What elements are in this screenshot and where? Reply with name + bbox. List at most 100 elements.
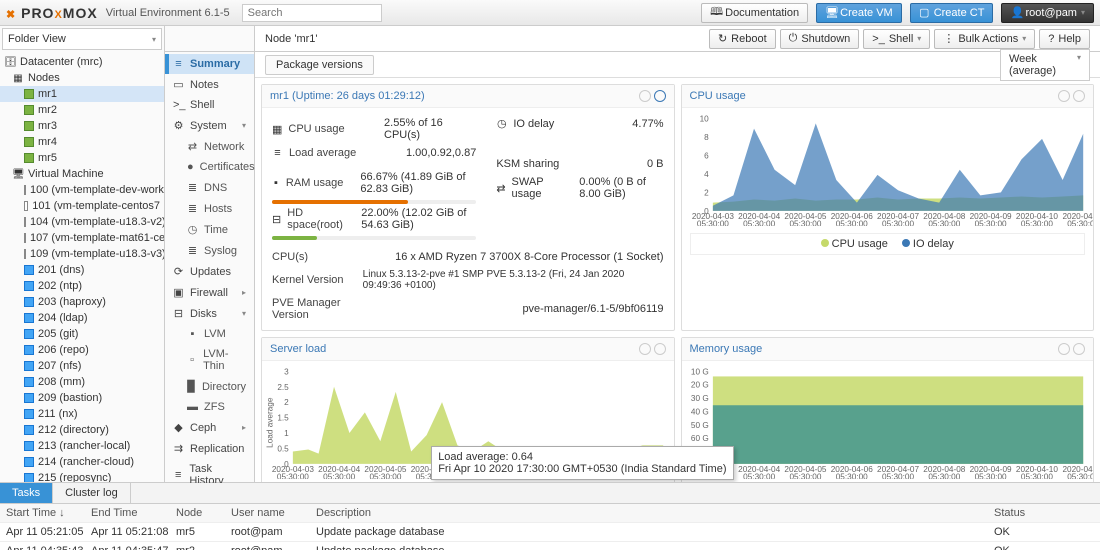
vm-item[interactable]: 205 (git): [0, 326, 164, 342]
svg-text:Load average: Load average: [265, 397, 274, 448]
node-item[interactable]: mr4: [0, 134, 164, 150]
menu-summary[interactable]: ≡Summary: [165, 54, 254, 74]
svg-text:05:30:00: 05:30:00: [835, 219, 867, 226]
col-user-name[interactable]: User name: [231, 507, 316, 519]
package-versions-button[interactable]: Package versions: [265, 55, 374, 75]
svg-text:05:30:00: 05:30:00: [928, 219, 960, 226]
svg-text:10: 10: [699, 114, 709, 123]
tab-tasks[interactable]: Tasks: [0, 483, 53, 503]
menu-updates[interactable]: ⟳Updates: [165, 261, 254, 282]
menu-ceph[interactable]: ◆Ceph▸: [165, 417, 254, 438]
menu-hosts[interactable]: ≣Hosts: [165, 198, 254, 219]
version-label: Virtual Environment 6.1-5: [106, 7, 230, 19]
menu-dns[interactable]: ≣DNS: [165, 177, 254, 198]
vm-item[interactable]: 214 (rancher-cloud): [0, 454, 164, 470]
time-range-select[interactable]: Week (average)▾: [1000, 49, 1090, 81]
vm-item[interactable]: 206 (repo): [0, 342, 164, 358]
node-item[interactable]: mr3: [0, 118, 164, 134]
help-button[interactable]: ? Help: [1039, 29, 1090, 49]
expand-icon[interactable]: [654, 90, 666, 102]
vm-item[interactable]: 104 (vm-template-u18.3-v2): [0, 214, 164, 230]
vm-item[interactable]: 204 (ldap): [0, 310, 164, 326]
datacenter-item[interactable]: 🗄Datacenter (mrc): [0, 54, 164, 70]
vm-item[interactable]: 107 (vm-template-mat61-ceph): [0, 230, 164, 246]
node-item[interactable]: mr5: [0, 150, 164, 166]
svg-text:05:30:00: 05:30:00: [835, 472, 867, 479]
svg-text:2: 2: [704, 188, 709, 197]
vm-item[interactable]: 203 (haproxy): [0, 294, 164, 310]
svg-text:3: 3: [284, 367, 289, 376]
svg-text:05:30:00: 05:30:00: [696, 219, 728, 226]
svg-text:05:30:00: 05:30:00: [1020, 472, 1052, 479]
menu-time[interactable]: ◷Time: [165, 219, 254, 240]
task-row[interactable]: Apr 11 05:21:05Apr 11 05:21:08mr5root@pa…: [0, 523, 1100, 542]
vm-group[interactable]: 🖥Virtual Machine: [0, 166, 164, 182]
menu-lvm-thin[interactable]: ▫LVM-Thin: [165, 344, 254, 376]
user-menu[interactable]: 👤root@pam ▾: [1001, 3, 1094, 23]
col-description[interactable]: Description: [316, 507, 994, 519]
col-end-time[interactable]: End Time: [91, 507, 176, 519]
menu-firewall[interactable]: ▣Firewall▸: [165, 282, 254, 303]
vm-item[interactable]: 207 (nfs): [0, 358, 164, 374]
menu-system[interactable]: ⚙System▾: [165, 115, 254, 136]
shell-button[interactable]: >_ Shell ▾: [863, 29, 930, 49]
documentation-button[interactable]: 🕮Documentation: [701, 3, 808, 23]
node-item[interactable]: mr1: [0, 86, 164, 102]
menu-disks[interactable]: ⊟Disks▾: [165, 303, 254, 324]
bulk-actions-button[interactable]: ⋮ Bulk Actions ▾: [934, 29, 1035, 49]
top-bar: ✖ PROXMOX Virtual Environment 6.1-5 🕮Doc…: [0, 0, 1100, 26]
svg-text:30 G: 30 G: [690, 394, 708, 403]
vm-item[interactable]: 209 (bastion): [0, 390, 164, 406]
svg-text:2.5: 2.5: [277, 383, 289, 392]
svg-text:05:30:00: 05:30:00: [928, 472, 960, 479]
vm-item[interactable]: 109 (vm-template-u18.3-v3): [0, 246, 164, 262]
vm-item[interactable]: 215 (reposync): [0, 470, 164, 482]
menu-zfs[interactable]: ▬ZFS: [165, 397, 254, 417]
menu-directory[interactable]: ▉Directory: [165, 376, 254, 397]
cpu-usage-panel: CPU usage 0246810 2020-04-0305:30:002020…: [681, 84, 1095, 331]
reboot-button[interactable]: ↻ Reboot: [709, 29, 776, 49]
menu-network[interactable]: ⇄Network: [165, 136, 254, 157]
svg-text:0.5: 0.5: [277, 445, 289, 454]
svg-text:05:30:00: 05:30:00: [1020, 219, 1052, 226]
vm-item[interactable]: 101 (vm-template-centos7: [0, 198, 164, 214]
vm-item[interactable]: 208 (mm): [0, 374, 164, 390]
create-vm-button[interactable]: 🖥Create VM: [816, 3, 902, 23]
menu-syslog[interactable]: ≣Syslog: [165, 240, 254, 261]
search-input[interactable]: [242, 4, 382, 22]
menu-replication[interactable]: ⇉Replication: [165, 438, 254, 459]
svg-text:05:30:00: 05:30:00: [323, 472, 355, 479]
vm-item[interactable]: 212 (directory): [0, 422, 164, 438]
vm-item[interactable]: 201 (dns): [0, 262, 164, 278]
vm-item[interactable]: 213 (rancher-local): [0, 438, 164, 454]
nodes-group[interactable]: ▦Nodes: [0, 70, 164, 86]
svg-text:1.5: 1.5: [277, 414, 289, 423]
vm-item[interactable]: 211 (nx): [0, 406, 164, 422]
svg-text:05:30:00: 05:30:00: [789, 219, 821, 226]
node-title: Node 'mr1': [265, 33, 318, 45]
collapse-icon[interactable]: [639, 90, 651, 102]
shutdown-button[interactable]: ⏻ Shutdown: [780, 29, 860, 49]
svg-text:6: 6: [704, 151, 709, 160]
svg-text:05:30:00: 05:30:00: [743, 472, 775, 479]
vm-item[interactable]: 202 (ntp): [0, 278, 164, 294]
tab-cluster-log[interactable]: Cluster log: [53, 483, 131, 503]
menu-shell[interactable]: >_Shell: [165, 95, 254, 115]
menu-lvm[interactable]: ▪LVM: [165, 324, 254, 344]
svg-text:40 G: 40 G: [690, 407, 708, 416]
col-node[interactable]: Node: [176, 507, 231, 519]
node-item[interactable]: mr2: [0, 102, 164, 118]
vm-item[interactable]: 100 (vm-template-dev-workstation: [0, 182, 164, 198]
col-status[interactable]: Status: [994, 507, 1094, 519]
menu-notes[interactable]: ▭Notes: [165, 74, 254, 95]
menu-certificates[interactable]: ●Certificates: [165, 157, 254, 177]
resource-tree: 🗄Datacenter (mrc)▦Nodesmr1mr2mr3mr4mr5🖥V…: [0, 52, 164, 482]
svg-text:05:30:00: 05:30:00: [882, 472, 914, 479]
col-start-time[interactable]: Start Time ↓: [6, 507, 91, 519]
create-ct-button[interactable]: ▢Create CT: [910, 3, 994, 23]
view-selector[interactable]: Folder View▾: [2, 28, 162, 50]
load-tooltip: Load average: 0.64 Fri Apr 10 2020 17:30…: [431, 446, 733, 480]
task-row[interactable]: Apr 11 04:35:43Apr 11 04:35:47mr2root@pa…: [0, 542, 1100, 550]
svg-text:05:30:00: 05:30:00: [369, 472, 401, 479]
svg-text:4: 4: [704, 170, 709, 179]
